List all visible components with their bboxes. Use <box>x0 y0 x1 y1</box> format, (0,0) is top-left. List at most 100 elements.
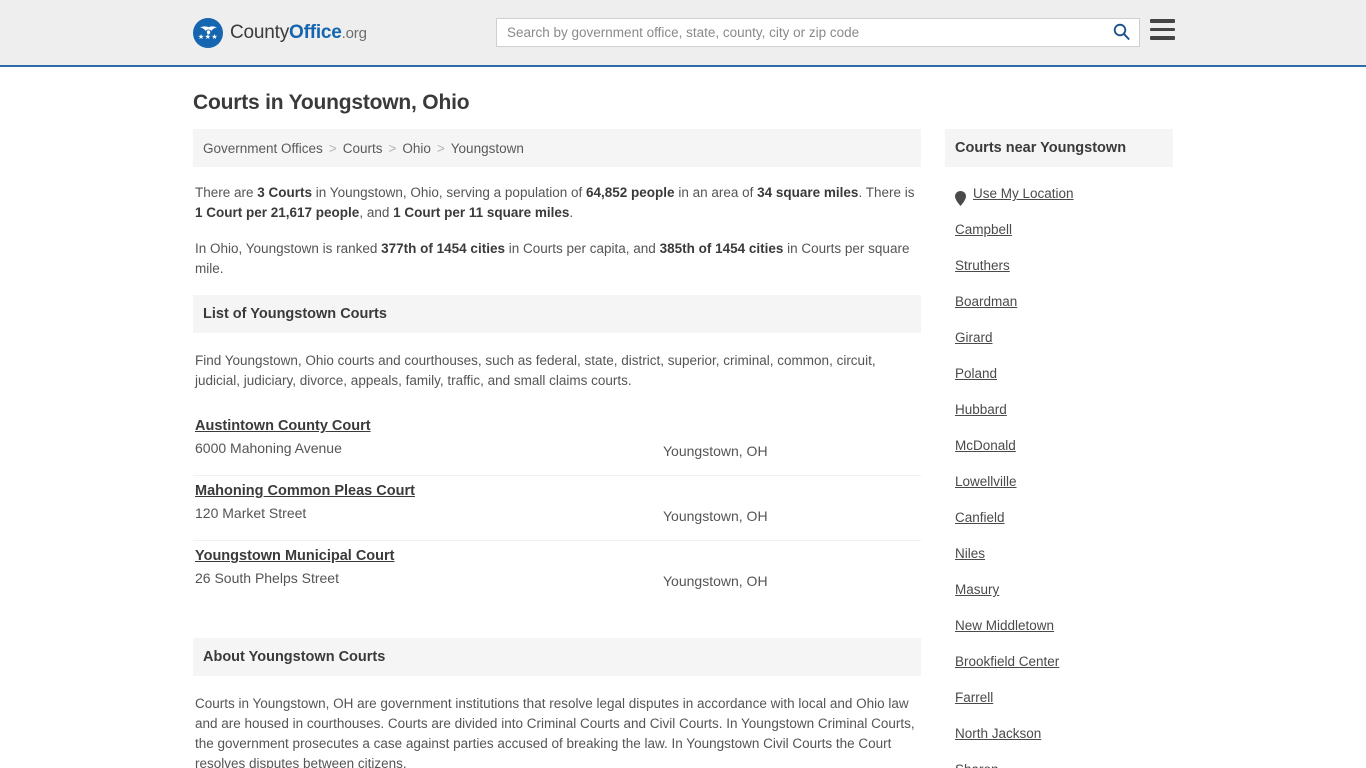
breadcrumb-separator: > <box>328 140 337 156</box>
sidebar-item-brookfield-center[interactable]: Brookfield Center <box>955 644 1059 680</box>
hamburger-bar-2 <box>1150 27 1175 31</box>
stats-text: , and <box>359 205 394 220</box>
stats-paragraph-1: There are 3 Courts in Youngstown, Ohio, … <box>195 183 919 223</box>
stats-text: There are <box>195 185 258 200</box>
sidebar-heading: Courts near Youngstown <box>945 129 1173 167</box>
search-icon <box>1113 23 1130 43</box>
use-my-location-link[interactable]: Use My Location <box>973 176 1074 212</box>
list-item: Boardman <box>955 284 1163 320</box>
list-item: Canfield <box>955 500 1163 536</box>
list-item: Masury <box>955 572 1163 608</box>
court-name-link[interactable]: Youngstown Municipal Court <box>195 548 395 564</box>
stats-courts-count: 3 Courts <box>257 185 313 200</box>
about-paragraph: Courts in Youngstown, OH are government … <box>195 696 915 768</box>
brand-part-office: Office <box>289 21 342 43</box>
eagle-stars-icon: ★★★ <box>193 17 223 48</box>
court-list: Austintown County Court 6000 Mahoning Av… <box>193 411 921 606</box>
list-item: Niles <box>955 536 1163 572</box>
list-item: Poland <box>955 356 1163 392</box>
list-item: Use My Location <box>955 176 1163 212</box>
breadcrumb-item-government-offices[interactable]: Government Offices <box>203 141 323 156</box>
stats-text: in Youngstown, Ohio, serving a populatio… <box>312 185 586 200</box>
search-button[interactable] <box>1103 19 1139 46</box>
hamburger-bar-1 <box>1150 19 1175 23</box>
sidebar-item-hubbard[interactable]: Hubbard <box>955 392 1007 428</box>
three-stars-icon: ★★★ <box>197 33 219 41</box>
sidebar-item-farrell[interactable]: Farrell <box>955 680 993 716</box>
stats-text: in an area of <box>674 185 758 200</box>
breadcrumb: Government Offices > Courts > Ohio > You… <box>193 129 921 167</box>
rank-text: in Courts per capita, and <box>504 241 660 256</box>
list-item: Brookfield Center <box>955 644 1163 680</box>
breadcrumb-item-courts[interactable]: Courts <box>343 141 383 156</box>
list-item: Struthers <box>955 248 1163 284</box>
stats-text: . <box>569 205 574 220</box>
sidebar-item-mcdonald[interactable]: McDonald <box>955 428 1016 464</box>
court-name-link[interactable]: Mahoning Common Pleas Court <box>195 483 415 499</box>
sidebar-item-struthers[interactable]: Struthers <box>955 248 1010 284</box>
sidebar-item-masury[interactable]: Masury <box>955 572 999 608</box>
court-address: 6000 Mahoning Avenue <box>195 440 342 456</box>
list-item: New Middletown <box>955 608 1163 644</box>
rank-per-capita: 377th of 1454 cities <box>381 241 505 256</box>
brand-part-county: County <box>230 21 290 43</box>
list-item: McDonald <box>955 428 1163 464</box>
breadcrumb-separator: > <box>388 140 397 156</box>
brand-wordmark: CountyOffice.org <box>230 22 367 44</box>
brand-part-org: .org <box>341 24 367 42</box>
court-city-state: Youngstown, OH <box>663 573 768 589</box>
rank-per-square-mile: 385th of 1454 cities <box>659 241 784 256</box>
list-item: Sharon <box>955 752 1163 768</box>
stats-area: 34 square miles <box>757 185 859 200</box>
breadcrumb-separator: > <box>436 140 445 156</box>
list-item: Farrell <box>955 680 1163 716</box>
page-container: Courts in Youngstown, Ohio Government Of… <box>0 91 1366 768</box>
search-bar <box>496 18 1140 47</box>
stats-text: . There is <box>858 185 915 200</box>
main-content: Government Offices > Courts > Ohio > You… <box>193 129 921 768</box>
table-row: Austintown County Court 6000 Mahoning Av… <box>193 411 921 476</box>
sidebar-item-poland[interactable]: Poland <box>955 356 997 392</box>
list-item: Lowellville <box>955 464 1163 500</box>
court-city-state: Youngstown, OH <box>663 443 768 459</box>
breadcrumb-item-youngstown: Youngstown <box>450 140 524 156</box>
court-city-state: Youngstown, OH <box>663 508 768 524</box>
breadcrumb-item-ohio[interactable]: Ohio <box>402 141 431 156</box>
sidebar-item-new-middletown[interactable]: New Middletown <box>955 608 1054 644</box>
sidebar-item-niles[interactable]: Niles <box>955 536 985 572</box>
list-item: Campbell <box>955 212 1163 248</box>
about-section-body: Courts in Youngstown, OH are government … <box>193 694 921 768</box>
list-section-heading: List of Youngstown Courts <box>193 295 921 333</box>
sidebar-item-boardman[interactable]: Boardman <box>955 284 1017 320</box>
stats-per-area: 1 Court per 11 square miles <box>393 205 570 220</box>
site-logo[interactable]: ★★★ CountyOffice.org <box>193 17 367 48</box>
stats-paragraph-2: In Ohio, Youngstown is ranked 377th of 1… <box>195 239 919 279</box>
list-item: North Jackson <box>955 716 1163 752</box>
table-row: Mahoning Common Pleas Court 120 Market S… <box>193 476 921 541</box>
court-address: 120 Market Street <box>195 505 307 521</box>
sidebar-item-sharon[interactable]: Sharon <box>955 752 999 768</box>
list-item: Girard <box>955 320 1163 356</box>
sidebar-item-girard[interactable]: Girard <box>955 320 993 356</box>
sidebar-item-north-jackson[interactable]: North Jackson <box>955 716 1041 752</box>
site-header: ★★★ CountyOffice.org <box>0 0 1366 67</box>
search-input[interactable] <box>497 19 1103 46</box>
two-column-layout: Government Offices > Courts > Ohio > You… <box>193 129 1173 768</box>
sidebar-item-campbell[interactable]: Campbell <box>955 212 1012 248</box>
rank-text: In Ohio, Youngstown is ranked <box>195 241 382 256</box>
court-name-link[interactable]: Austintown County Court <box>195 418 371 434</box>
nearby-cities-list: Use My Location Campbell Struthers Board… <box>945 167 1173 768</box>
list-item: Hubbard <box>955 392 1163 428</box>
map-pin-icon <box>955 190 966 206</box>
sidebar-item-canfield[interactable]: Canfield <box>955 500 1005 536</box>
list-section-description: Find Youngstown, Ohio courts and courtho… <box>195 353 876 388</box>
sidebar: Courts near Youngstown Use My Location C… <box>945 129 1173 768</box>
hamburger-menu-icon[interactable] <box>1150 19 1175 40</box>
stats-per-capita: 1 Court per 21,617 people <box>195 205 360 220</box>
sidebar-item-lowellville[interactable]: Lowellville <box>955 464 1017 500</box>
page-title: Courts in Youngstown, Ohio <box>193 91 470 114</box>
table-row: Youngstown Municipal Court 26 South Phel… <box>193 541 921 606</box>
statistics-intro: There are 3 Courts in Youngstown, Ohio, … <box>193 183 921 279</box>
about-section-heading: About Youngstown Courts <box>193 638 921 676</box>
stats-population: 64,852 people <box>586 185 675 200</box>
